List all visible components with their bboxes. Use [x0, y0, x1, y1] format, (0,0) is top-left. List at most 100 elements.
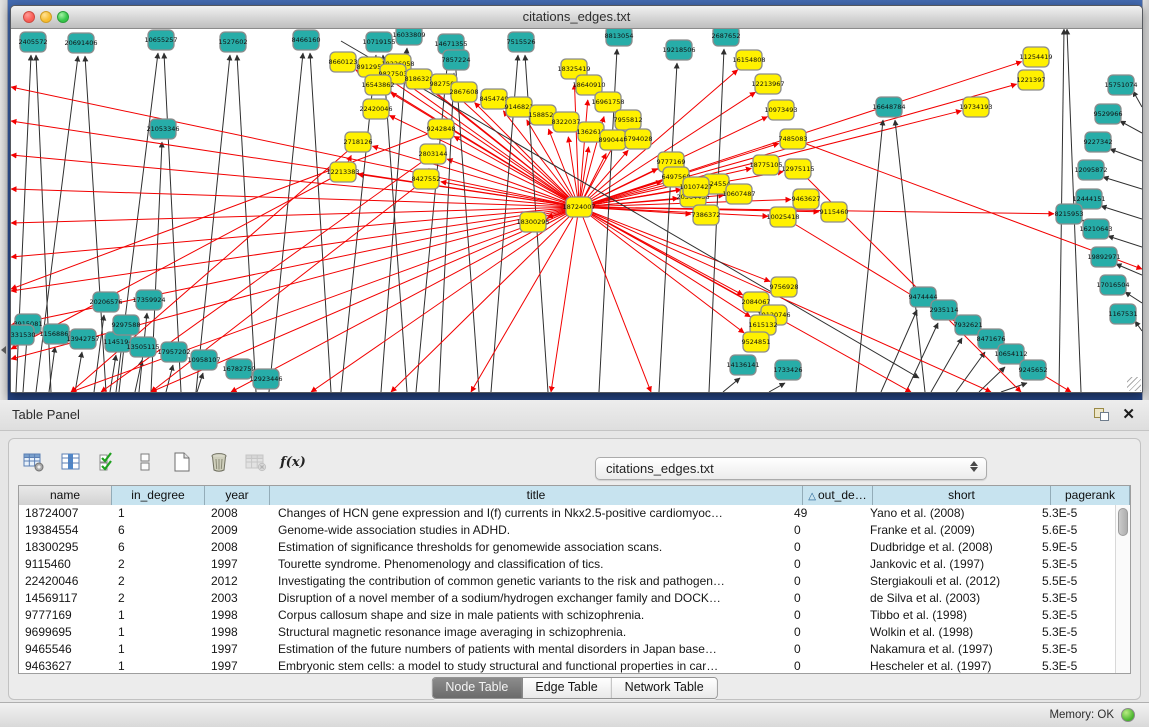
- cell-title[interactable]: Estimation of significance thresholds fo…: [270, 539, 788, 556]
- graph-node[interactable]: 7955812: [614, 110, 643, 130]
- cell-pagerank[interactable]: 5.3E-5: [1036, 505, 1115, 522]
- graph-node[interactable]: 10719155: [362, 32, 395, 52]
- graph-node[interactable]: 9756928: [770, 277, 799, 297]
- cell-year[interactable]: 1998: [205, 607, 270, 624]
- cell-in_degree[interactable]: 1: [112, 658, 205, 673]
- graph-node[interactable]: 10973493: [764, 100, 797, 120]
- cell-year[interactable]: 1997: [205, 658, 270, 673]
- tab-edge-table[interactable]: Edge Table: [522, 678, 611, 698]
- graph-node[interactable]: 7515526: [507, 32, 536, 52]
- table-row[interactable]: 911546021997Tourette syndrome. Phenomeno…: [19, 556, 1115, 573]
- graph-node[interactable]: 9245652: [1019, 360, 1048, 380]
- left-splitter[interactable]: [0, 0, 8, 400]
- table-row[interactable]: 2242004622012Investigating the contribut…: [19, 573, 1115, 590]
- graph-node[interactable]: 2405572: [19, 32, 48, 52]
- table-row[interactable]: 1830029562008Estimation of significance …: [19, 539, 1115, 556]
- scrollbar-thumb[interactable]: [1118, 508, 1128, 536]
- select-column-icon[interactable]: [60, 452, 82, 472]
- graph-node[interactable]: 6794028: [624, 129, 653, 149]
- cell-out_degree[interactable]: 0: [788, 539, 858, 556]
- cell-pagerank[interactable]: 5.6E-5: [1036, 522, 1115, 539]
- graph-node[interactable]: 2935114: [930, 300, 959, 320]
- cell-pagerank[interactable]: 5.3E-5: [1036, 624, 1115, 641]
- table-row[interactable]: 946554611997Estimation of the future num…: [19, 641, 1115, 658]
- cell-short[interactable]: de Silva et al. (2003): [858, 590, 1036, 607]
- cell-year[interactable]: 1998: [205, 624, 270, 641]
- cell-in_degree[interactable]: 1: [112, 624, 205, 641]
- cell-short[interactable]: Wolkin et al. (1998): [858, 624, 1036, 641]
- cell-in_degree[interactable]: 1: [112, 607, 205, 624]
- cell-year[interactable]: 2008: [205, 505, 270, 522]
- graph-node[interactable]: 1167531: [1109, 304, 1138, 324]
- graph-node[interactable]: 13505115: [126, 337, 159, 357]
- cell-name[interactable]: 9699695: [19, 624, 112, 641]
- network-canvas[interactable]: 2405572206914061065525715276028466160107…: [11, 29, 1142, 392]
- column-header-out_degree[interactable]: △out_de…: [803, 486, 873, 505]
- graph-node[interactable]: 9529966: [1094, 104, 1123, 124]
- graph-node[interactable]: 13942757: [66, 329, 99, 349]
- cell-short[interactable]: Jankovic et al. (1997): [858, 556, 1036, 573]
- cell-in_degree[interactable]: 2: [112, 573, 205, 590]
- graph-node[interactable]: 16154808: [732, 50, 765, 70]
- cell-title[interactable]: Tourette syndrome. Phenomenology and cla…: [270, 556, 788, 573]
- table-selector-dropdown[interactable]: citations_edges.txt: [595, 457, 987, 480]
- cell-out_degree[interactable]: 0: [788, 590, 858, 607]
- graph-node[interactable]: 18775105: [749, 155, 782, 175]
- new-table-icon[interactable]: [171, 452, 193, 472]
- table-header-row[interactable]: namein_degreeyeartitle△out_de…shortpager…: [19, 486, 1130, 506]
- graph-node[interactable]: 12213383: [326, 162, 359, 182]
- graph-node[interactable]: 11254419: [1019, 47, 1052, 67]
- graph-node[interactable]: 20206576: [89, 292, 122, 312]
- graph-node[interactable]: 12975115: [781, 159, 814, 179]
- graph-node[interactable]: 9463627: [792, 189, 821, 209]
- cell-title[interactable]: Investigating the contribution of common…: [270, 573, 788, 590]
- column-header-year[interactable]: year: [205, 486, 270, 505]
- graph-node[interactable]: 9524851: [742, 332, 771, 352]
- graph-node[interactable]: 16648784: [872, 97, 905, 117]
- tab-node-table[interactable]: Node Table: [432, 678, 522, 698]
- table-row[interactable]: 977716911998Corpus callosum shape and si…: [19, 607, 1115, 624]
- graph-node[interactable]: 2867608: [450, 82, 479, 102]
- cell-year[interactable]: 1997: [205, 556, 270, 573]
- graph-node[interactable]: 10958107: [187, 350, 220, 370]
- cell-title[interactable]: Disruption of a novel member of a sodium…: [270, 590, 788, 607]
- graph-node[interactable]: 1331530: [11, 325, 35, 345]
- collapse-arrow-icon[interactable]: [1, 346, 6, 354]
- cell-short[interactable]: Franke et al. (2009): [858, 522, 1036, 539]
- cell-name[interactable]: 18300295: [19, 539, 112, 556]
- cell-short[interactable]: Yano et al. (2008): [858, 505, 1036, 522]
- table-row[interactable]: 1872400712008Changes of HCN gene express…: [19, 505, 1115, 522]
- graph-node[interactable]: 2803144: [419, 144, 448, 164]
- graph-node[interactable]: 12923446: [249, 369, 282, 389]
- graph-node[interactable]: 8660123: [329, 52, 358, 72]
- cell-out_degree[interactable]: 0: [788, 658, 858, 673]
- column-header-name[interactable]: name: [19, 486, 112, 505]
- right-splitter[interactable]: [1142, 0, 1149, 400]
- graph-node[interactable]: 8813054: [605, 29, 634, 46]
- row-height-icon[interactable]: [134, 452, 156, 472]
- cell-pagerank[interactable]: 5.3E-5: [1036, 590, 1115, 607]
- cell-name[interactable]: 14569117: [19, 590, 112, 607]
- table-body[interactable]: 1872400712008Changes of HCN gene express…: [19, 505, 1115, 673]
- delete-icon[interactable]: [208, 452, 230, 472]
- cell-pagerank[interactable]: 5.3E-5: [1036, 607, 1115, 624]
- cell-pagerank[interactable]: 5.3E-5: [1036, 556, 1115, 573]
- network-window-titlebar[interactable]: citations_edges.txt: [11, 6, 1142, 29]
- table-row[interactable]: 1938455462009Genome-wide association stu…: [19, 522, 1115, 539]
- graph-node[interactable]: 9115460: [820, 202, 849, 222]
- graph-node[interactable]: 8427552: [412, 169, 441, 189]
- graph-node[interactable]: 14136141: [726, 355, 759, 375]
- graph-node[interactable]: 7485083: [779, 129, 808, 149]
- cell-pagerank[interactable]: 5.3E-5: [1036, 658, 1115, 673]
- graph-node[interactable]: 16033809: [392, 29, 425, 45]
- table-row[interactable]: 1456911722003Disruption of a novel membe…: [19, 590, 1115, 607]
- cell-out_degree[interactable]: 0: [788, 573, 858, 590]
- cell-name[interactable]: 9465546: [19, 641, 112, 658]
- column-header-pagerank[interactable]: pagerank: [1051, 486, 1130, 505]
- cell-short[interactable]: Stergiakouli et al. (2012): [858, 573, 1036, 590]
- tab-network-table[interactable]: Network Table: [612, 678, 717, 698]
- cell-in_degree[interactable]: 1: [112, 641, 205, 658]
- cell-name[interactable]: 18724007: [19, 505, 112, 522]
- close-panel-icon[interactable]: ✕: [1122, 405, 1135, 423]
- citation-graph[interactable]: 2405572206914061065525715276028466160107…: [11, 29, 1142, 392]
